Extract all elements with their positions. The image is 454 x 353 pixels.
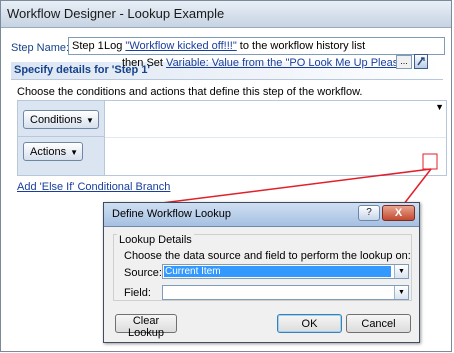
- chevron-down-icon[interactable]: ▼: [394, 265, 408, 278]
- dialog-titlebar: Define Workflow Lookup ? X: [104, 203, 419, 227]
- step-name-label: Step Name:: [11, 42, 70, 54]
- field-label: Field:: [124, 287, 151, 299]
- chevron-down-icon: ▼: [85, 115, 94, 125]
- ellipsis-button[interactable]: ...: [396, 55, 412, 69]
- ok-button[interactable]: OK: [277, 314, 342, 333]
- source-select[interactable]: Current Item ▼: [162, 264, 409, 279]
- set-prefix: then Set: [122, 57, 167, 69]
- dialog-title: Define Workflow Lookup: [112, 208, 232, 220]
- set-variable-link[interactable]: Variable: Value from the "PO Look Me Up …: [166, 57, 412, 69]
- conditions-cell: Conditions ▼: [18, 101, 105, 137]
- log-prefix: Log: [104, 40, 126, 52]
- actions-cell: Actions ▼: [18, 137, 105, 175]
- conditions-button[interactable]: Conditions ▼: [23, 110, 99, 129]
- source-label: Source:: [124, 267, 162, 279]
- log-message-link[interactable]: "Workflow kicked off!!!": [125, 40, 236, 52]
- log-suffix: to the workflow history list: [236, 40, 366, 52]
- close-button[interactable]: X: [382, 205, 415, 221]
- chevron-down-icon[interactable]: ▼: [394, 286, 408, 299]
- window-title: Workflow Designer - Lookup Example: [7, 6, 225, 21]
- add-else-if-branch-link[interactable]: Add 'Else If' Conditional Branch: [17, 181, 170, 193]
- conditions-button-label: Conditions: [30, 113, 82, 126]
- divider: [105, 137, 446, 138]
- set-action-line: then Set Variable: Value from the "PO Lo…: [122, 57, 412, 69]
- instructions-text: Choose the conditions and actions that d…: [17, 86, 363, 98]
- chevron-down-icon: ▼: [70, 147, 78, 157]
- help-button[interactable]: ?: [358, 205, 380, 221]
- field-selected-value: [164, 287, 391, 298]
- rule-area: Conditions ▼ ▼ Actions ▼: [17, 100, 447, 176]
- log-action-line: Log "Workflow kicked off!!!" to the work…: [104, 40, 365, 52]
- choose-source-text: Choose the data source and field to perf…: [124, 250, 411, 262]
- field-select[interactable]: ▼: [162, 285, 409, 300]
- window-titlebar: Workflow Designer - Lookup Example: [1, 1, 451, 28]
- define-workflow-lookup-dialog: Define Workflow Lookup ? X Lookup Detail…: [103, 202, 420, 343]
- actions-button-label: Actions: [30, 145, 67, 158]
- actions-button[interactable]: Actions ▼: [23, 142, 83, 161]
- rule-menu-arrow-icon[interactable]: ▼: [435, 102, 444, 112]
- lookup-fx-icon: [417, 57, 425, 66]
- clear-lookup-button[interactable]: Clear Lookup: [115, 314, 177, 339]
- lookup-details-label: Lookup Details: [117, 234, 194, 246]
- cancel-button[interactable]: Cancel: [346, 314, 411, 333]
- define-lookup-button[interactable]: [414, 54, 428, 69]
- source-selected-value: Current Item: [164, 266, 391, 277]
